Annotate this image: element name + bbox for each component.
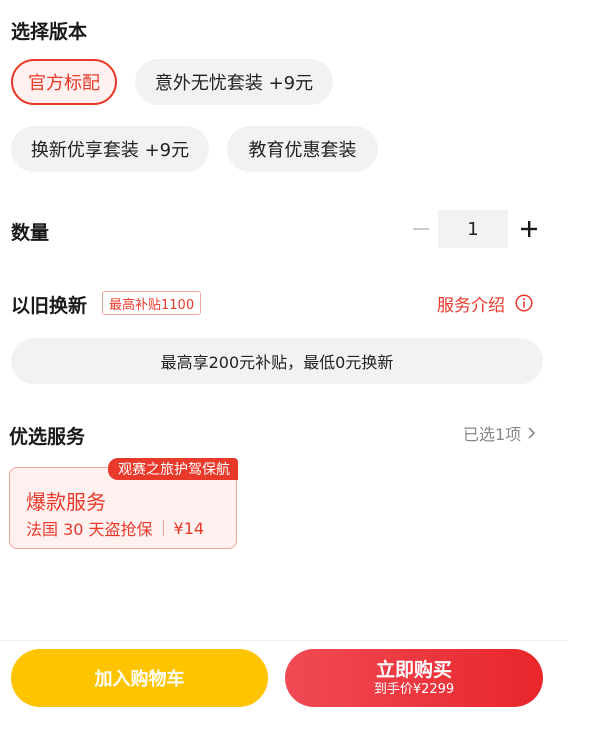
footer-divider bbox=[0, 640, 568, 641]
service-card[interactable]: 观赛之旅护驾保航 爆款服务 法国 30 天盗抢保 ¥14 bbox=[9, 458, 238, 549]
version-option-renew-bundle[interactable]: 换新优享套装 +9元 bbox=[11, 126, 209, 172]
service-card-desc: 法国 30 天盗抢保 bbox=[26, 520, 153, 539]
service-intro-label: 服务介绍 bbox=[437, 295, 505, 316]
minus-icon bbox=[413, 228, 429, 230]
version-section-title: 选择版本 bbox=[11, 21, 88, 43]
trade-in-banner[interactable]: 最高享200元补贴，最低0元换新 bbox=[11, 338, 543, 384]
promo-tag: 观赛之旅护驾保航 bbox=[108, 458, 238, 480]
buy-now-button[interactable]: 立即购买 到手价¥2299 bbox=[285, 649, 543, 707]
quantity-section-title: 数量 bbox=[11, 222, 50, 244]
subsidy-badge: 最高补贴1100 bbox=[102, 291, 202, 315]
chevron-right-icon bbox=[528, 427, 536, 439]
quantity-increase-button[interactable] bbox=[514, 210, 544, 248]
version-option-education-bundle[interactable]: 教育优惠套装 bbox=[227, 126, 378, 172]
services-section-title: 优选服务 bbox=[9, 426, 86, 448]
version-option-accident-bundle[interactable]: 意外无忧套装 +9元 bbox=[135, 59, 333, 105]
version-option-standard[interactable]: 官方标配 bbox=[11, 59, 117, 105]
services-selected-label: 已选1项 bbox=[463, 425, 522, 444]
final-price: 到手价¥2299 bbox=[373, 682, 455, 697]
service-intro-link[interactable]: 服务介绍 bbox=[437, 290, 533, 316]
services-selected-link[interactable]: 已选1项 bbox=[463, 421, 537, 445]
quantity-decrease-button[interactable] bbox=[406, 210, 436, 248]
service-card-desc-row: 法国 30 天盗抢保 ¥14 bbox=[26, 516, 204, 540]
add-to-cart-button[interactable]: 加入购物车 bbox=[11, 649, 268, 707]
info-icon bbox=[515, 294, 533, 312]
service-card-price: ¥14 bbox=[173, 518, 205, 538]
plus-icon bbox=[521, 221, 537, 237]
divider bbox=[162, 520, 164, 536]
buy-now-label: 立即购买 bbox=[375, 659, 452, 681]
quantity-input[interactable]: 1 bbox=[438, 210, 508, 248]
product-options-sheet: 选择版本 官方标配 意外无忧套装 +9元 换新优享套装 +9元 教育优惠套装 数… bbox=[0, 0, 600, 731]
service-card-title: 爆款服务 bbox=[26, 490, 106, 514]
trade-in-section-title: 以旧换新 bbox=[11, 295, 88, 317]
